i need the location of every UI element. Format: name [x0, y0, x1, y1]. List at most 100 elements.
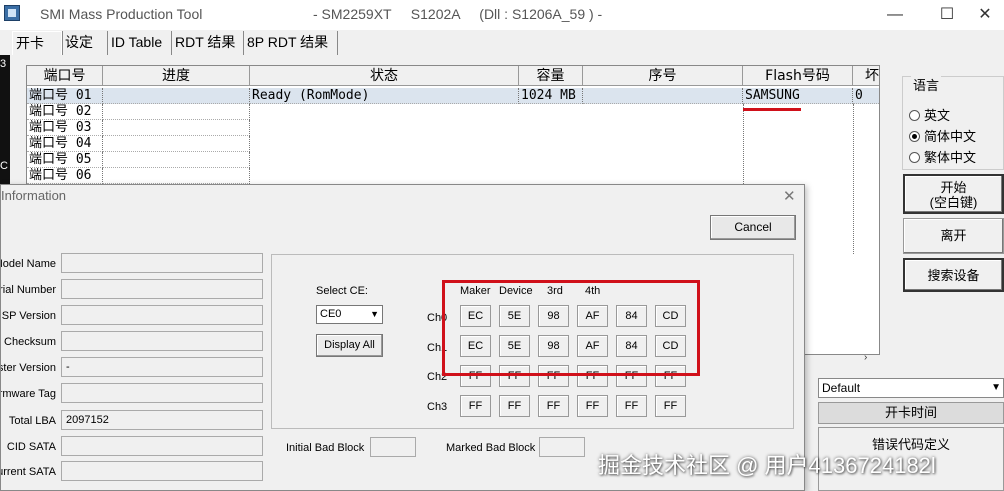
tab-settings[interactable]: 设定 [62, 31, 108, 55]
model-name-field [61, 253, 263, 273]
table-row[interactable]: 端口号 06 [27, 168, 879, 184]
close-button[interactable]: ✕ [962, 0, 1004, 30]
left-strip-text: 3 [0, 58, 7, 70]
column-header-serial[interactable]: 序号 [583, 66, 743, 86]
cell-port: 端口号 04 [27, 136, 103, 152]
table-header: 端口号 进度 状态 容量 序号 Flash号码 坏 [27, 66, 879, 86]
profile-select[interactable]: Default ▼ [818, 378, 1004, 398]
initial-bad-block-label: Initial Bad Block [286, 442, 365, 454]
language-group: 语言 英文 简体中文 繁体中文 [902, 75, 1004, 170]
cell-port: 端口号 01 [27, 88, 103, 104]
start-button-label: 开始 [940, 180, 967, 195]
start-button[interactable]: 开始 (空白键) [903, 174, 1004, 214]
column-header-flash[interactable]: Flash号码 [743, 66, 853, 86]
column-header-progress[interactable]: 进度 [103, 66, 250, 86]
current-sata-label: Current SATA [1, 466, 56, 478]
eject-button[interactable]: 离开 [903, 218, 1004, 254]
isp-checksum-field [61, 331, 263, 351]
flash-id-cell: FF [577, 395, 608, 417]
cell-port: 端口号 06 [27, 168, 103, 184]
chevron-down-icon: ▼ [991, 382, 1001, 393]
tab-rdt-result[interactable]: RDT 结果 [172, 31, 244, 55]
firmware-tag-field [61, 383, 263, 403]
flash-id-cell: FF [616, 395, 647, 417]
radio-english[interactable]: 英文 [909, 105, 951, 123]
serial-number-field [61, 279, 263, 299]
window-subtitle: - SM2259XT S1202A (Dll : S1206A_59 ) - [313, 6, 603, 22]
flash-id-highlight-box [442, 280, 700, 376]
cid-sata-field [61, 436, 263, 456]
table-row[interactable]: 端口号 02 [27, 104, 879, 120]
tab-open-card[interactable]: 开卡 [12, 31, 62, 55]
column-header-capacity[interactable]: 容量 [519, 66, 583, 86]
cid-sata-label: CID SATA [6, 441, 56, 453]
table-row[interactable]: 端口号 03 [27, 120, 879, 136]
cell-capacity: 1024 MB [519, 88, 583, 104]
select-ce-label: Select CE: [316, 285, 368, 297]
marked-bad-block-field [539, 437, 585, 457]
close-icon[interactable]: ✕ [783, 187, 796, 205]
scroll-right-arrow[interactable]: › [864, 352, 867, 363]
flash-id-cell: FF [460, 395, 491, 417]
radio-label: 英文 [924, 108, 951, 123]
tester-version-label: Tester Version [1, 362, 56, 374]
tab-id-table[interactable]: ID Table [108, 31, 172, 55]
radio-button-icon [909, 110, 920, 121]
watermark: 掘金技术社区 @ 用户4136724182l [598, 453, 936, 478]
title-bar: SMI Mass Production Tool - SM2259XT S120… [0, 0, 1004, 30]
chevron-down-icon: ▼ [370, 309, 379, 319]
display-all-button[interactable]: Display All [316, 334, 383, 357]
isp-version-label: ISP Version [1, 310, 56, 322]
tab-8p-rdt-result[interactable]: 8P RDT 结果 [244, 31, 338, 55]
isp-checksum-label: ISP Checksum [1, 336, 56, 348]
cancel-button[interactable]: Cancel [710, 215, 796, 240]
flash-id-cell: FF [538, 395, 569, 417]
cell-progress [103, 104, 250, 120]
tester-version-field: - [61, 357, 263, 377]
table-row[interactable]: 端口号 04 [27, 136, 879, 152]
radio-simplified-chinese[interactable]: 简体中文 [909, 126, 977, 144]
isp-version-field [61, 305, 263, 325]
radio-label: 简体中文 [924, 129, 977, 144]
cell-progress [103, 168, 250, 184]
window-title: SMI Mass Production Tool [40, 6, 203, 22]
radio-button-icon [909, 131, 920, 142]
cell-flash: SAMSUNG [743, 88, 853, 104]
radio-traditional-chinese[interactable]: 繁体中文 [909, 147, 977, 165]
flash-id-cell: FF [499, 395, 530, 417]
cell-port: 端口号 02 [27, 104, 103, 120]
cell-progress [103, 136, 250, 152]
total-lba-label: Total LBA [8, 415, 56, 427]
left-strip: 3 C [0, 55, 10, 185]
search-device-button[interactable]: 搜索设备 [903, 258, 1004, 292]
table-row[interactable]: 端口号 05 [27, 152, 879, 168]
minimize-button[interactable]: — [872, 0, 918, 30]
flash-highlight-underline [743, 108, 801, 111]
column-header-port[interactable]: 端口号 [27, 66, 103, 86]
radio-button-icon [909, 152, 920, 163]
cell-serial [583, 88, 743, 104]
cell-port: 端口号 05 [27, 152, 103, 168]
ce-select[interactable]: CE0 ▼ [316, 305, 383, 324]
radio-label: 繁体中文 [924, 150, 977, 165]
serial-number-label: Serial Number [1, 284, 56, 296]
flash-id-cell: FF [655, 395, 686, 417]
column-guide [853, 104, 854, 254]
current-sata-field [61, 461, 263, 481]
model-name-label: Model Name [1, 258, 56, 270]
language-group-title: 语言 [911, 75, 942, 94]
column-header-status[interactable]: 状态 [250, 66, 519, 86]
app-icon [4, 5, 20, 21]
initial-bad-block-field [370, 437, 416, 457]
channel-label: Ch3 [427, 401, 448, 413]
column-header-bad[interactable]: 坏 [853, 66, 879, 86]
cell-bad: 0 [853, 88, 879, 104]
cell-progress [103, 152, 250, 168]
cell-status: Ready (RomMode) [250, 88, 519, 104]
cell-progress [103, 88, 250, 104]
total-lba-field: 2097152 [61, 410, 263, 430]
left-strip-text: C [0, 160, 8, 172]
open-card-time-button[interactable]: 开卡时间 [818, 402, 1004, 424]
table-row[interactable]: 端口号 01 Ready (RomMode) 1024 MB SAMSUNG 0 [27, 88, 879, 104]
marked-bad-block-label: Marked Bad Block [446, 442, 536, 454]
